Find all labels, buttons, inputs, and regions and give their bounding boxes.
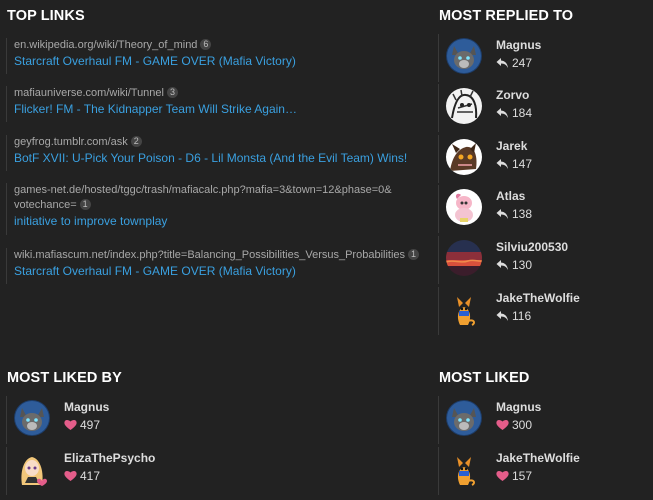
link-click-count-badge: 6 bbox=[200, 39, 212, 50]
reply-icon bbox=[496, 158, 509, 170]
user-name[interactable]: ElizaThePsycho bbox=[64, 451, 155, 465]
top-link-item: mafiauniverse.com/wiki/Tunnel 3 Flicker! … bbox=[6, 86, 424, 122]
reply-icon bbox=[496, 310, 509, 322]
replied-user-row[interactable]: Jarek 147 bbox=[438, 135, 649, 183]
avatar[interactable] bbox=[446, 189, 482, 225]
link-domain[interactable]: games-net.de/hosted/tggc/trash/mafiacalc… bbox=[14, 184, 392, 196]
heart-icon bbox=[496, 419, 509, 431]
like-count: 300 bbox=[512, 418, 533, 432]
top-link-item: games-net.de/hosted/tggc/trash/mafiacalc… bbox=[6, 183, 424, 235]
reply-count: 138 bbox=[512, 207, 533, 221]
user-name[interactable]: Magnus bbox=[496, 400, 541, 414]
liked-user-row[interactable]: JakeTheWolfie 157 bbox=[438, 447, 649, 495]
user-name[interactable]: Magnus bbox=[496, 38, 541, 52]
reply-icon bbox=[496, 208, 509, 220]
liked-by-user-row[interactable]: Magnus 497 bbox=[6, 396, 217, 444]
liked-user-row[interactable]: Magnus 300 bbox=[438, 396, 649, 444]
user-name[interactable]: JakeTheWolfie bbox=[496, 291, 580, 305]
user-name[interactable]: Atlas bbox=[496, 189, 525, 203]
user-name[interactable]: Silviu200530 bbox=[496, 240, 568, 254]
user-name[interactable]: Zorvo bbox=[496, 88, 529, 102]
heart-icon bbox=[64, 419, 77, 431]
user-name[interactable]: Jarek bbox=[496, 139, 527, 153]
reply-count: 130 bbox=[512, 258, 533, 272]
heart-icon bbox=[496, 470, 509, 482]
avatar[interactable] bbox=[446, 291, 482, 327]
reply-count: 147 bbox=[512, 157, 533, 171]
reply-count: 247 bbox=[512, 56, 533, 70]
most-liked-heading: MOST LIKED bbox=[439, 370, 530, 386]
avatar[interactable] bbox=[14, 451, 50, 487]
heart-icon bbox=[64, 470, 77, 482]
top-link-item: en.wikipedia.org/wiki/Theory_of_mind 6 St… bbox=[6, 38, 424, 74]
link-topic-title[interactable]: initiative to improve townplay bbox=[14, 213, 424, 229]
link-click-count-badge: 3 bbox=[166, 87, 178, 98]
link-domain[interactable]: geyfrog.tumblr.com/ask bbox=[14, 136, 128, 148]
reply-icon bbox=[496, 57, 509, 69]
link-domain-continued[interactable]: votechance= bbox=[14, 199, 77, 211]
most-liked-by-heading: MOST LIKED BY bbox=[7, 370, 122, 386]
like-count: 497 bbox=[80, 418, 101, 432]
link-domain[interactable]: en.wikipedia.org/wiki/Theory_of_mind bbox=[14, 39, 197, 51]
replied-user-row[interactable]: Atlas 138 bbox=[438, 185, 649, 233]
user-name[interactable]: Magnus bbox=[64, 400, 109, 414]
like-count: 417 bbox=[80, 469, 101, 483]
liked-by-user-row[interactable]: ElizaThePsycho 417 bbox=[6, 447, 217, 495]
replied-user-row[interactable]: JakeTheWolfie 116 bbox=[438, 287, 649, 335]
avatar[interactable] bbox=[446, 139, 482, 175]
avatar[interactable] bbox=[446, 88, 482, 124]
reply-count: 184 bbox=[512, 106, 533, 120]
replied-user-row[interactable]: Magnus 247 bbox=[438, 34, 649, 82]
reply-count: 116 bbox=[512, 309, 532, 323]
avatar[interactable] bbox=[446, 38, 482, 74]
link-topic-title[interactable]: BotF XVII: U-Pick Your Poison - D6 - Lil… bbox=[14, 150, 424, 166]
link-domain[interactable]: mafiauniverse.com/wiki/Tunnel bbox=[14, 87, 164, 99]
avatar[interactable] bbox=[14, 400, 50, 436]
avatar[interactable] bbox=[446, 400, 482, 436]
reply-icon bbox=[496, 259, 509, 271]
top-link-item: geyfrog.tumblr.com/ask 2 BotF XVII: U-Pic… bbox=[6, 135, 424, 171]
link-topic-title[interactable]: Starcraft Overhaul FM - GAME OVER (Mafia… bbox=[14, 53, 424, 69]
avatar[interactable] bbox=[446, 240, 482, 276]
top-link-item: wiki.mafiascum.net/index.php?title=Balan… bbox=[6, 248, 424, 284]
link-domain[interactable]: wiki.mafiascum.net/index.php?title=Balan… bbox=[14, 249, 405, 261]
avatar[interactable] bbox=[446, 451, 482, 487]
reply-icon bbox=[496, 107, 509, 119]
link-topic-title[interactable]: Starcraft Overhaul FM - GAME OVER (Mafia… bbox=[14, 263, 424, 279]
like-count: 157 bbox=[512, 469, 533, 483]
link-click-count-badge: 2 bbox=[130, 136, 142, 147]
user-name[interactable]: JakeTheWolfie bbox=[496, 451, 580, 465]
replied-user-row[interactable]: Silviu200530 130 bbox=[438, 236, 649, 284]
top-links-heading: TOP LINKS bbox=[7, 8, 85, 24]
link-topic-title[interactable]: Flicker! FM - The Kidnapper Team Will St… bbox=[14, 101, 424, 117]
link-click-count-badge: 1 bbox=[79, 199, 91, 210]
replied-user-row[interactable]: Zorvo 184 bbox=[438, 84, 649, 132]
link-click-count-badge: 1 bbox=[408, 249, 420, 260]
most-replied-to-heading: MOST REPLIED TO bbox=[439, 8, 574, 24]
